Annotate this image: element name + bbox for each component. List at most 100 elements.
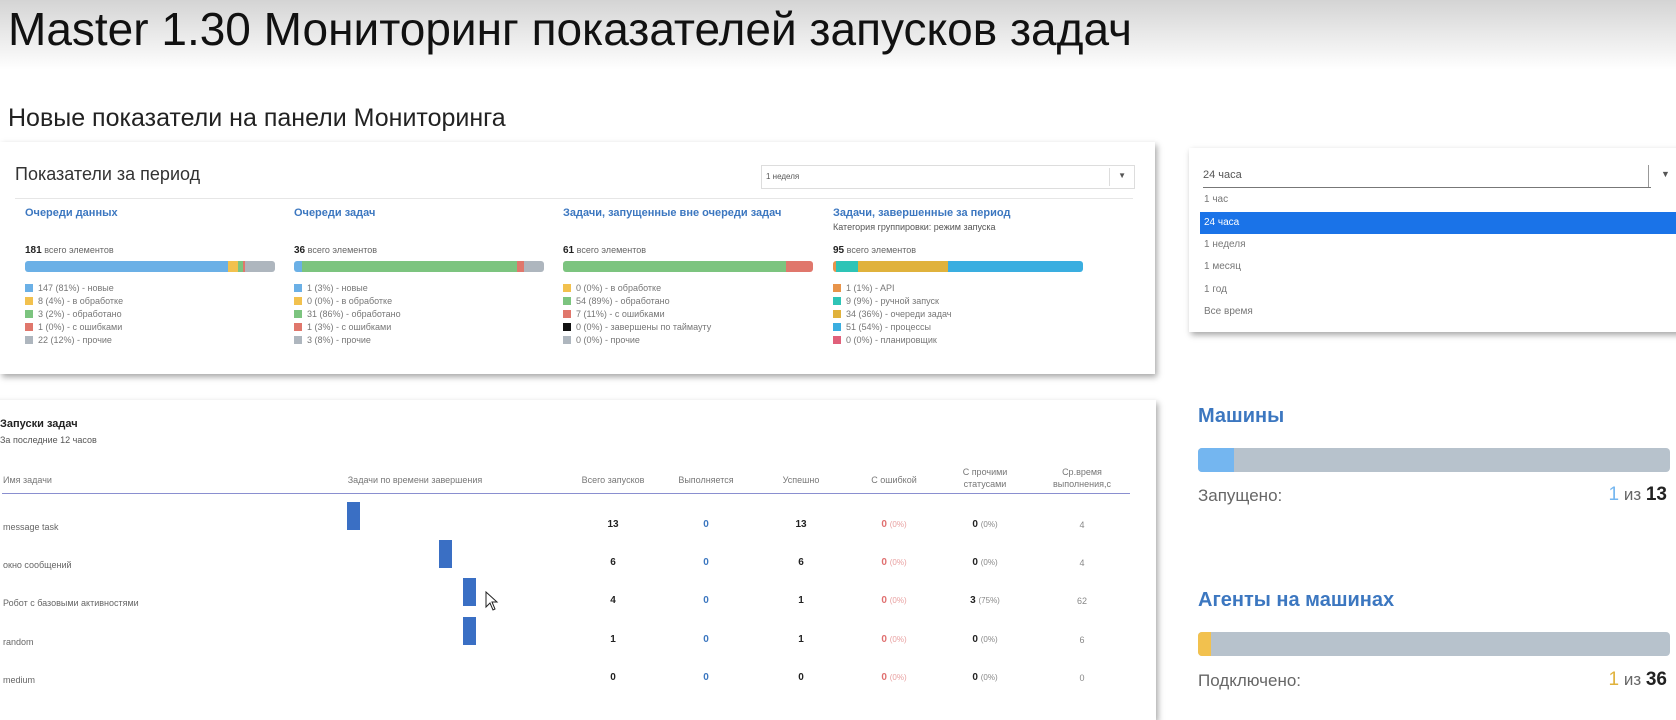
indicator-column-subtitle: Категория группировки: режим запуска (833, 222, 996, 232)
task-name[interactable]: окно сообщений (3, 560, 72, 570)
legend-item: 1 (3%) - новые (294, 282, 401, 295)
task-name[interactable]: medium (3, 675, 35, 685)
running-count: 0 (703, 595, 709, 606)
bar-segment (245, 261, 275, 272)
success-count: 13 (795, 519, 807, 530)
bar-segment (294, 261, 302, 272)
legend-swatch (833, 323, 841, 331)
legend-swatch (833, 310, 841, 318)
period-panel-title: Показатели за период (15, 164, 201, 184)
success-count: 6 (798, 557, 804, 568)
period-dropdown-current[interactable]: 24 часа (1203, 165, 1651, 188)
period-dropdown-current-value: 24 часа (1203, 169, 1242, 181)
legend-label: 31 (86%) - обработано (307, 309, 401, 319)
avg-time-cell: 62 (1052, 596, 1112, 606)
machines-running-count: 1 (1608, 484, 1620, 505)
machines-stat-value: 1 из 13 (1609, 484, 1667, 506)
column-header-by-time[interactable]: Задачи по времени завершения (330, 474, 500, 486)
stacked-progress-bar (833, 261, 1083, 272)
chevron-down-icon[interactable]: ▼ (1118, 171, 1126, 180)
column-header-success[interactable]: Успешно (756, 474, 846, 486)
dropdown-option[interactable]: 1 месяц (1200, 256, 1676, 278)
column-header-other[interactable]: С прочими статусами (950, 466, 1020, 490)
bar-segment (301, 261, 517, 272)
dropdown-option[interactable]: 24 часа (1200, 212, 1676, 234)
period-dropdown-separator (1648, 165, 1649, 187)
column-header-error[interactable]: С ошибкой (849, 474, 939, 486)
indicator-legend: 0 (0%) - в обработке 54 (89%) - обработан… (563, 282, 711, 347)
indicator-total-label: всего элементов (44, 245, 114, 255)
other-percent: (0%) (980, 520, 998, 529)
column-header-task-name[interactable]: Имя задачи (3, 474, 52, 486)
table-header-underline (2, 493, 1130, 494)
machines-progress-fill (1198, 448, 1235, 472)
dropdown-option-label: 1 месяц (1204, 261, 1241, 272)
bar-segment (516, 261, 524, 272)
total-runs-cell: 6 (583, 557, 643, 568)
period-select-separator (1109, 168, 1110, 186)
indicator-column-completed-tasks: Задачи, завершенные за период Категория … (833, 207, 1083, 345)
total-runs-cell: 13 (583, 519, 643, 530)
dropdown-option[interactable]: 1 неделя (1200, 234, 1676, 256)
indicator-column-outside-queue-tasks: Задачи, запущенные вне очереди задач 61 … (563, 207, 813, 345)
task-name[interactable]: message task (3, 522, 59, 532)
indicator-total: 95 всего элементов (833, 245, 916, 256)
error-cell: 0 (0%) (859, 595, 929, 606)
legend-swatch (563, 336, 571, 344)
indicator-total: 181 всего элементов (25, 245, 114, 256)
indicator-column-data-queues: Очереди данных 181 всего элементов 147 (… (25, 207, 275, 345)
legend-swatch (833, 336, 841, 344)
other-count: 0 (972, 557, 978, 568)
running-cell: 0 (676, 672, 736, 683)
column-header-avg-time[interactable]: Ср.время выполнения,с (1042, 466, 1122, 490)
total-runs: 1 (610, 634, 616, 645)
column-header-total[interactable]: Всего запусков (568, 474, 658, 486)
dropdown-option[interactable]: 1 год (1200, 279, 1676, 301)
agents-connected-count: 1 (1608, 669, 1620, 690)
success-count: 1 (798, 634, 804, 645)
indicator-column-title[interactable]: Задачи, завершенные за период (833, 207, 1083, 219)
legend-swatch (25, 323, 33, 331)
indicator-total-value: 36 (294, 245, 306, 256)
indicator-total-value: 95 (833, 245, 845, 256)
completion-time-bar (347, 502, 360, 530)
legend-swatch (563, 323, 571, 331)
legend-swatch (563, 284, 571, 292)
indicator-column-title[interactable]: Очереди задач (294, 207, 544, 219)
chevron-down-icon[interactable]: ▼ (1661, 169, 1670, 179)
legend-item: 1 (0%) - с ошибками (25, 321, 123, 334)
other-status-cell: 0 (0%) (950, 557, 1020, 568)
task-name[interactable]: random (3, 637, 34, 647)
task-name[interactable]: Робот с базовыми активностями (3, 598, 139, 608)
indicator-column-title[interactable]: Очереди данных (25, 207, 275, 219)
legend-item: 3 (2%) - обработано (25, 308, 123, 321)
stacked-progress-bar (294, 261, 544, 272)
column-header-running[interactable]: Выполняется (661, 474, 751, 486)
indicator-column-subtitle (25, 222, 275, 233)
legend-item: 0 (0%) - планировщик (833, 334, 952, 347)
indicator-total-label: всего элементов (307, 245, 378, 255)
avg-time-cell: 4 (1052, 558, 1112, 568)
agents-stat-label: Подключено: (1198, 671, 1302, 690)
other-count: 0 (972, 672, 978, 683)
running-count: 0 (703, 672, 709, 683)
other-count: 0 (972, 634, 978, 645)
agents-title: Агенты на машинах (1198, 589, 1395, 611)
error-percent: (0%) (889, 635, 907, 644)
other-percent: (0%) (980, 558, 998, 567)
legend-label: 8 (4%) - в обработке (38, 296, 124, 306)
legend-item: 8 (4%) - в обработке (25, 295, 123, 308)
dropdown-option[interactable]: 1 час (1200, 189, 1676, 211)
dropdown-option-label: Все время (1204, 306, 1253, 317)
legend-item: 0 (0%) - завершены по таймауту (563, 321, 711, 334)
legend-label: 1 (0%) - с ошибками (38, 322, 123, 332)
agents-progress-bar (1198, 632, 1670, 656)
dropdown-option[interactable]: Все время (1200, 301, 1676, 323)
agents-progress-fill (1198, 632, 1212, 656)
total-runs-cell: 0 (583, 672, 643, 683)
total-runs: 4 (610, 595, 616, 606)
dropdown-option-label: 1 час (1204, 194, 1229, 205)
machines-title: Машины (1198, 405, 1285, 427)
period-select[interactable]: 1 неделя ▼ (761, 165, 1135, 189)
indicator-column-title[interactable]: Задачи, запущенные вне очереди задач (563, 207, 813, 219)
